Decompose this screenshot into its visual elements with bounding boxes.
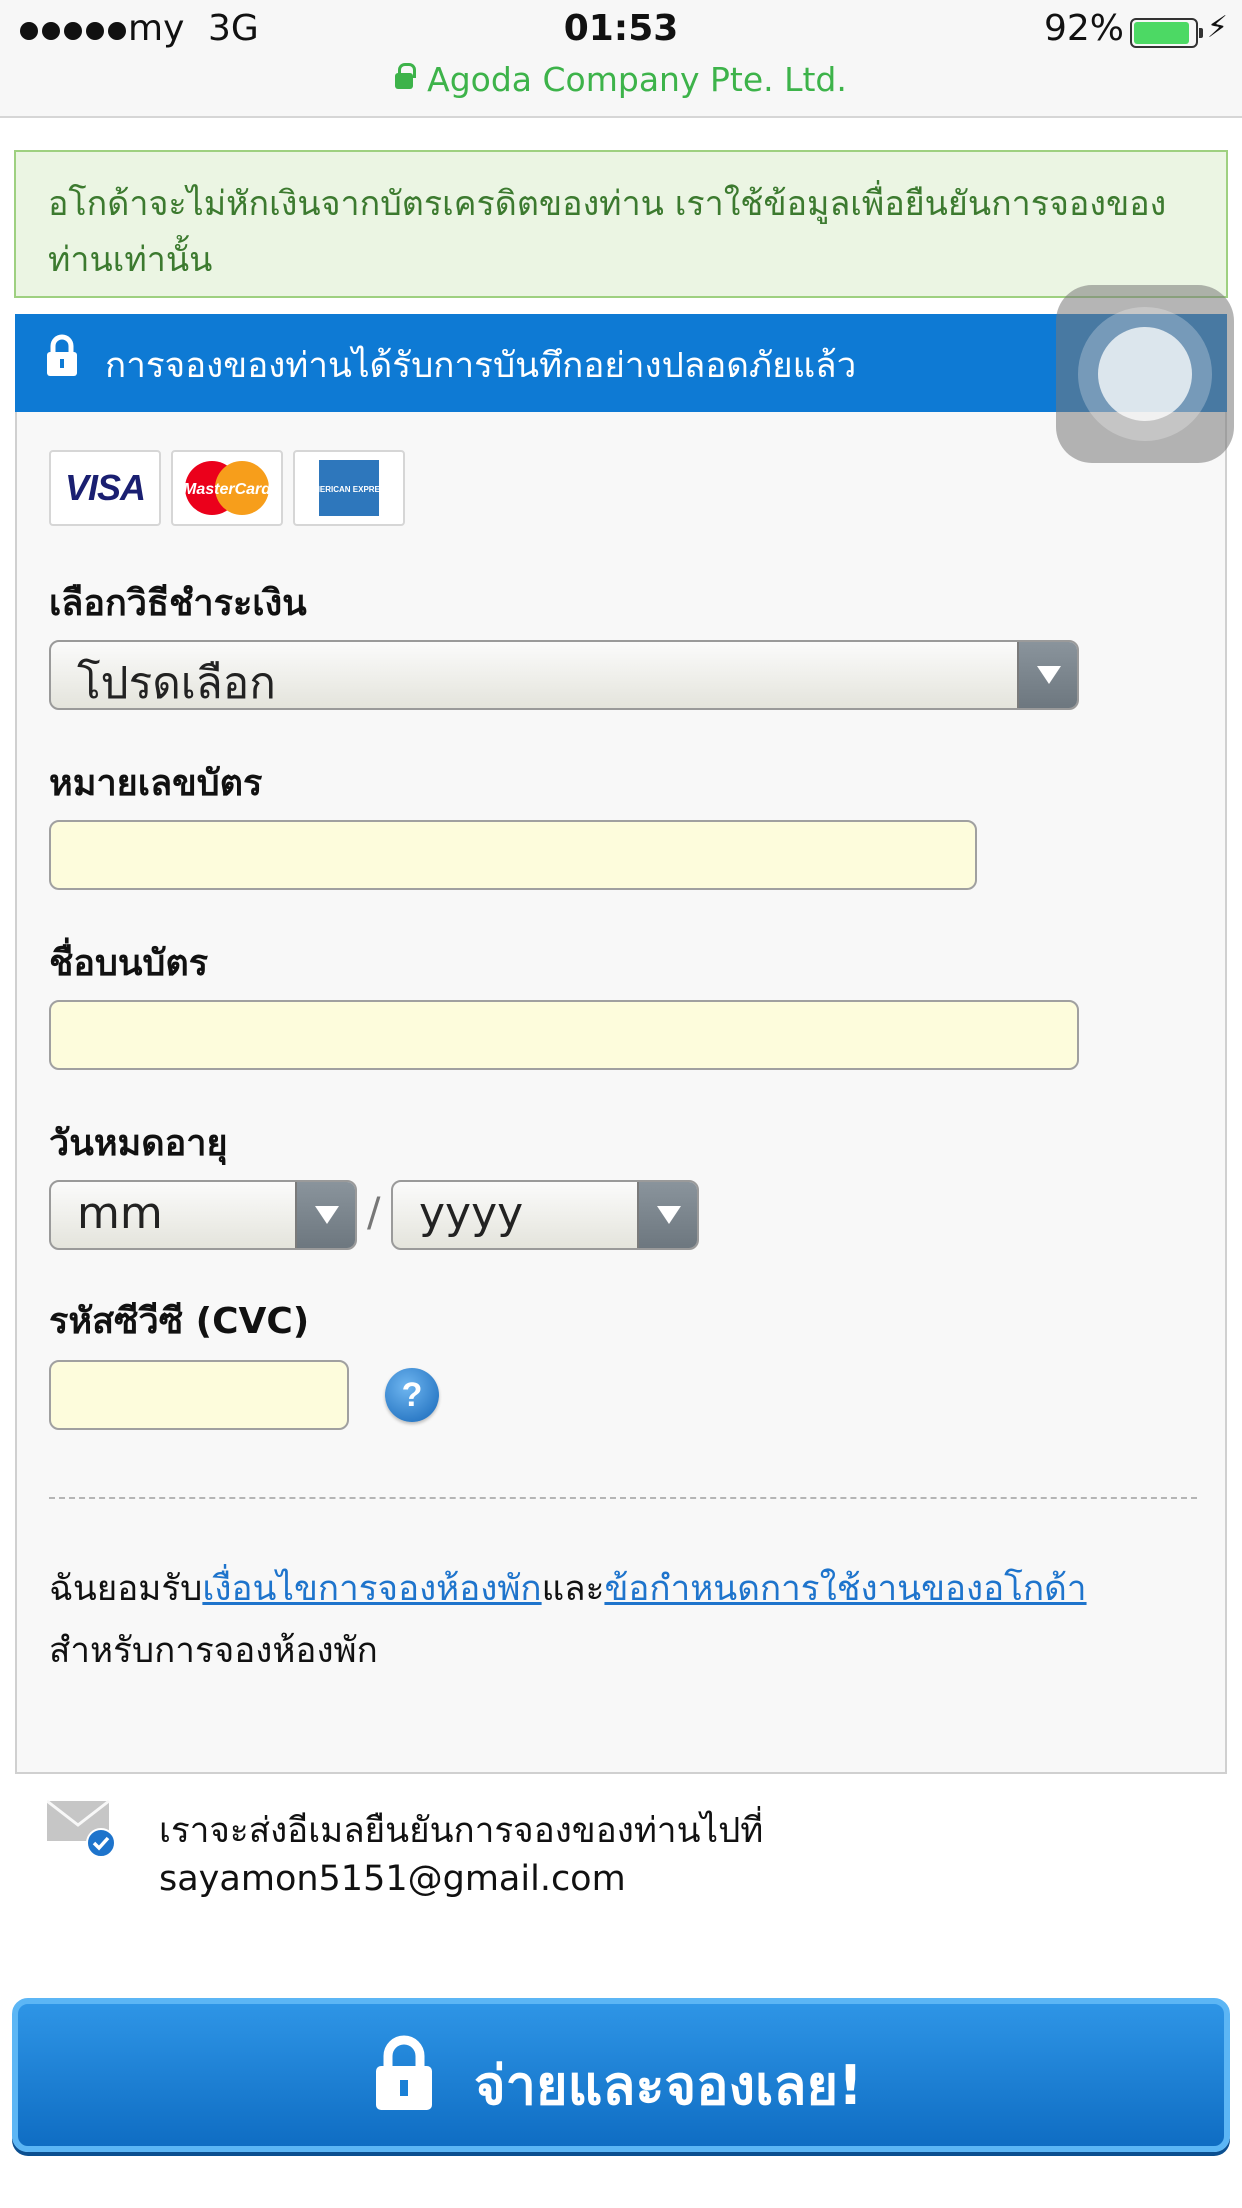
address-bar[interactable]: Agoda Company Pte. Ltd. [0,60,1242,99]
cvc-input[interactable] [49,1360,349,1430]
payment-method-select[interactable]: โปรดเลือก [49,640,1079,710]
terms-suffix: สำหรับการจองห้องพัก [49,1631,378,1671]
no-charge-notice: อโกด้าจะไม่หักเงินจากบัตรเครดิตของท่าน เ… [14,150,1228,298]
card-number-label: หมายเลขบัตร [49,763,263,804]
accepted-cards: VISA MasterCard AMERICAN EXPRESS [49,450,405,526]
payment-method-label: เลือกวิธีชำระเงิน [49,583,307,624]
dashed-divider [49,1497,1197,1499]
secure-banner-text: การจองของท่านได้รับการบันทึกอย่างปลอดภัย… [105,346,857,386]
email-check-icon [47,1799,116,1857]
expiry-year-select[interactable]: yyyy [391,1180,699,1250]
cvc-help-icon[interactable]: ? [385,1368,439,1422]
expiry-month-value: mm [77,1188,163,1239]
payment-form: VISA MasterCard AMERICAN EXPRESS เลือกวิ… [15,412,1227,1899]
expiry-year-value: yyyy [419,1188,524,1239]
amex-logo-text: AMERICAN EXPRESS [318,485,380,494]
section-divider [17,1772,1225,1774]
card-name-label: ชื่อบนบัตร [49,943,209,984]
terms-of-use-link[interactable]: ข้อกำหนดการใช้งานของอโกด้า [604,1569,1086,1609]
email-address: sayamon5151@gmail.com [159,1859,626,1899]
charging-icon: ⚡ [1206,10,1228,45]
pay-and-book-button[interactable]: จ่ายและจองเลย! [12,1998,1230,2152]
terms-agreement: ฉันยอมรับเงื่อนไขการจองห้องพักและข้อกำหน… [49,1558,1199,1682]
amex-icon: AMERICAN EXPRESS [293,450,405,526]
battery-percent: 92% [1043,8,1124,49]
lock-icon [47,334,77,376]
email-confirmation: เราจะส่งอีเมลยืนยันการจองของท่านไปที่ sa… [159,1807,763,1903]
cvc-label: รหัสซีวีซี (CVC) [49,1301,310,1342]
lock-icon [376,2035,432,2110]
pay-button-label: จ่ายและจองเลย! [474,2054,863,2117]
chevron-down-icon [1017,642,1077,708]
visa-icon: VISA [49,450,161,526]
terms-prefix: ฉันยอมรับ [49,1569,203,1609]
battery-icon [1130,18,1203,48]
assistive-touch-button[interactable] [1056,285,1234,463]
terms-middle: และ [541,1569,605,1609]
site-url: Agoda Company Pte. Ltd. [427,60,847,99]
visa-logo-text: VISA [64,467,146,508]
expiry-label: วันหมดอายุ [49,1123,228,1164]
chevron-down-icon [637,1182,697,1248]
card-number-input[interactable] [49,820,977,890]
mastercard-icon: MasterCard [171,450,283,526]
secure-lock-icon [395,63,417,89]
email-confirmation-text: เราจะส่งอีเมลยืนยันการจองของท่านไปที่ [159,1811,764,1851]
booking-conditions-link[interactable]: เงื่อนไขการจองห้องพัก [202,1569,541,1609]
card-name-input[interactable] [49,1000,1079,1070]
expiry-month-select[interactable]: mm [49,1180,357,1250]
status-bar: my 3G 01:53 92% ⚡ Agoda Company Pte. Ltd… [0,0,1242,118]
mastercard-logo-text: MasterCard [183,481,272,498]
expiry-separator: / [367,1190,381,1236]
chevron-down-icon [295,1182,355,1248]
payment-method-value: โปรดเลือก [77,658,276,709]
secure-booking-banner: การจองของท่านได้รับการบันทึกอย่างปลอดภัย… [15,314,1227,412]
